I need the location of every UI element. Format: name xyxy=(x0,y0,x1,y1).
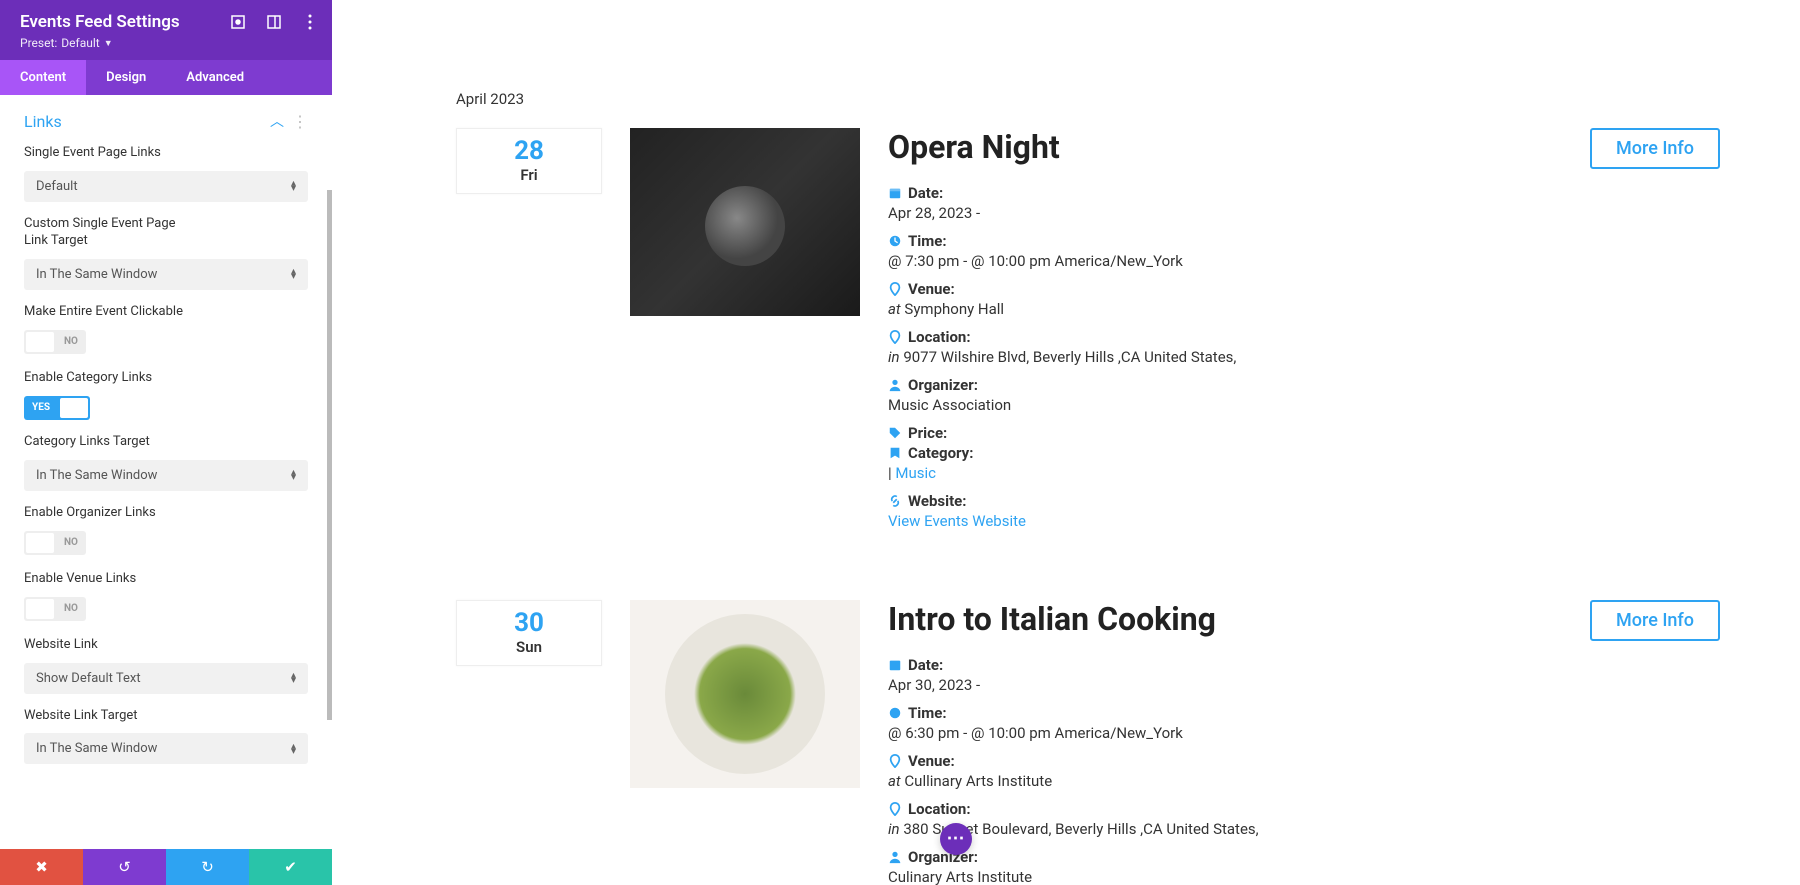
clock-icon xyxy=(888,234,902,248)
field-custom-link-target: Custom Single Event Page Link Target In … xyxy=(24,216,308,290)
website-link[interactable]: View Events Website xyxy=(888,512,1026,530)
pin-icon xyxy=(888,754,902,768)
date-day: Sun xyxy=(516,638,542,656)
sidebar-footer: ✖ ↺ ↻ ✔ xyxy=(0,849,332,885)
fab-more-button[interactable]: ⋯ xyxy=(940,823,972,855)
section-more-icon[interactable]: ⋮ xyxy=(292,112,308,131)
date-box: 30 Sun xyxy=(456,600,602,666)
toggle-enable-venue[interactable]: NO xyxy=(24,597,86,621)
date-box: 28 Fri xyxy=(456,128,602,194)
tab-advanced[interactable]: Advanced xyxy=(166,60,264,95)
select-single-event-page-links[interactable]: Default ▴▾ xyxy=(24,171,308,202)
field-enable-category: Enable Category Links YES xyxy=(24,370,308,420)
caret-down-icon: ▼ xyxy=(104,38,113,49)
select-arrows-icon: ▴▾ xyxy=(291,744,296,754)
section-title: Links xyxy=(24,112,62,131)
link-icon xyxy=(888,494,902,508)
event-image xyxy=(630,600,860,788)
chevron-up-icon[interactable]: ︿ xyxy=(270,111,284,131)
select-arrows-icon: ▴▾ xyxy=(291,269,296,279)
section-links-header[interactable]: Links ︿ ⋮ xyxy=(24,111,308,131)
toggle-enable-organizer[interactable]: NO xyxy=(24,531,86,555)
event-row: 30 Sun Intro to Italian Cooking Date: Ap… xyxy=(456,600,1720,885)
field-website-target: Website Link Target In The Same Window ▴… xyxy=(24,708,308,765)
sidebar-toggle-icon[interactable] xyxy=(266,14,282,30)
clock-icon xyxy=(888,706,902,720)
pin-icon xyxy=(888,282,902,296)
tab-design[interactable]: Design xyxy=(86,60,166,95)
select-website-target[interactable]: In The Same Window ▴▾ xyxy=(24,733,308,764)
toggle-make-clickable[interactable]: NO xyxy=(24,330,86,354)
more-info-button[interactable]: More Info xyxy=(1590,600,1720,641)
more-info-button[interactable]: More Info xyxy=(1590,128,1720,169)
fullscreen-icon[interactable] xyxy=(230,14,246,30)
category-link[interactable]: Music xyxy=(895,464,936,482)
pin-icon xyxy=(888,802,902,816)
more-icon[interactable] xyxy=(302,14,318,30)
calendar-icon xyxy=(888,658,902,672)
select-website-link[interactable]: Show Default Text ▴▾ xyxy=(24,663,308,694)
event-row: 28 Fri Opera Night Date: Apr 28, 2023 - … xyxy=(456,128,1720,540)
redo-button[interactable]: ↻ xyxy=(166,849,249,885)
date-day: Fri xyxy=(520,166,537,184)
scrollbar[interactable] xyxy=(327,190,332,720)
select-arrows-icon: ▴▾ xyxy=(291,673,296,683)
field-single-event-page-links: Single Event Page Links Default ▴▾ xyxy=(24,145,308,202)
cancel-button[interactable]: ✖ xyxy=(0,849,83,885)
field-category-target: Category Links Target In The Same Window… xyxy=(24,434,308,491)
event-image xyxy=(630,128,860,316)
date-number: 30 xyxy=(514,610,544,636)
event-title: Opera Night xyxy=(888,128,1572,166)
preset-selector[interactable]: Preset: Default ▼ xyxy=(20,36,312,50)
toggle-enable-category[interactable]: YES xyxy=(24,396,90,420)
field-enable-organizer: Enable Organizer Links NO xyxy=(24,505,308,557)
settings-sidebar: Events Feed Settings Preset: Default ▼ C… xyxy=(0,0,332,885)
select-custom-link-target[interactable]: In The Same Window ▴▾ xyxy=(24,259,308,290)
calendar-icon xyxy=(888,186,902,200)
month-label: April 2023 xyxy=(456,90,1720,108)
event-details: Intro to Italian Cooking Date: Apr 30, 2… xyxy=(888,600,1572,885)
select-arrows-icon: ▴▾ xyxy=(291,181,296,191)
select-category-target[interactable]: In The Same Window ▴▾ xyxy=(24,460,308,491)
person-icon xyxy=(888,850,902,864)
person-icon xyxy=(888,378,902,392)
event-title: Intro to Italian Cooking xyxy=(888,600,1572,638)
event-details: Opera Night Date: Apr 28, 2023 - Time: @… xyxy=(888,128,1572,540)
undo-button[interactable]: ↺ xyxy=(83,849,166,885)
preview-area: April 2023 28 Fri Opera Night Date: Apr … xyxy=(332,0,1800,885)
field-enable-venue: Enable Venue Links NO xyxy=(24,571,308,623)
tab-content[interactable]: Content xyxy=(0,60,86,95)
bookmark-icon xyxy=(888,446,902,460)
save-button[interactable]: ✔ xyxy=(249,849,332,885)
field-make-clickable: Make Entire Event Clickable NO xyxy=(24,304,308,356)
select-arrows-icon: ▴▾ xyxy=(291,470,296,480)
field-website-link: Website Link Show Default Text ▴▾ xyxy=(24,637,308,694)
sidebar-header: Events Feed Settings Preset: Default ▼ xyxy=(0,0,332,60)
header-actions xyxy=(230,14,318,30)
date-number: 28 xyxy=(514,138,544,164)
tag-icon xyxy=(888,426,902,440)
tabs: Content Design Advanced xyxy=(0,60,332,95)
panel-body: Links ︿ ⋮ Single Event Page Links Defaul… xyxy=(0,95,332,849)
pin-icon xyxy=(888,330,902,344)
